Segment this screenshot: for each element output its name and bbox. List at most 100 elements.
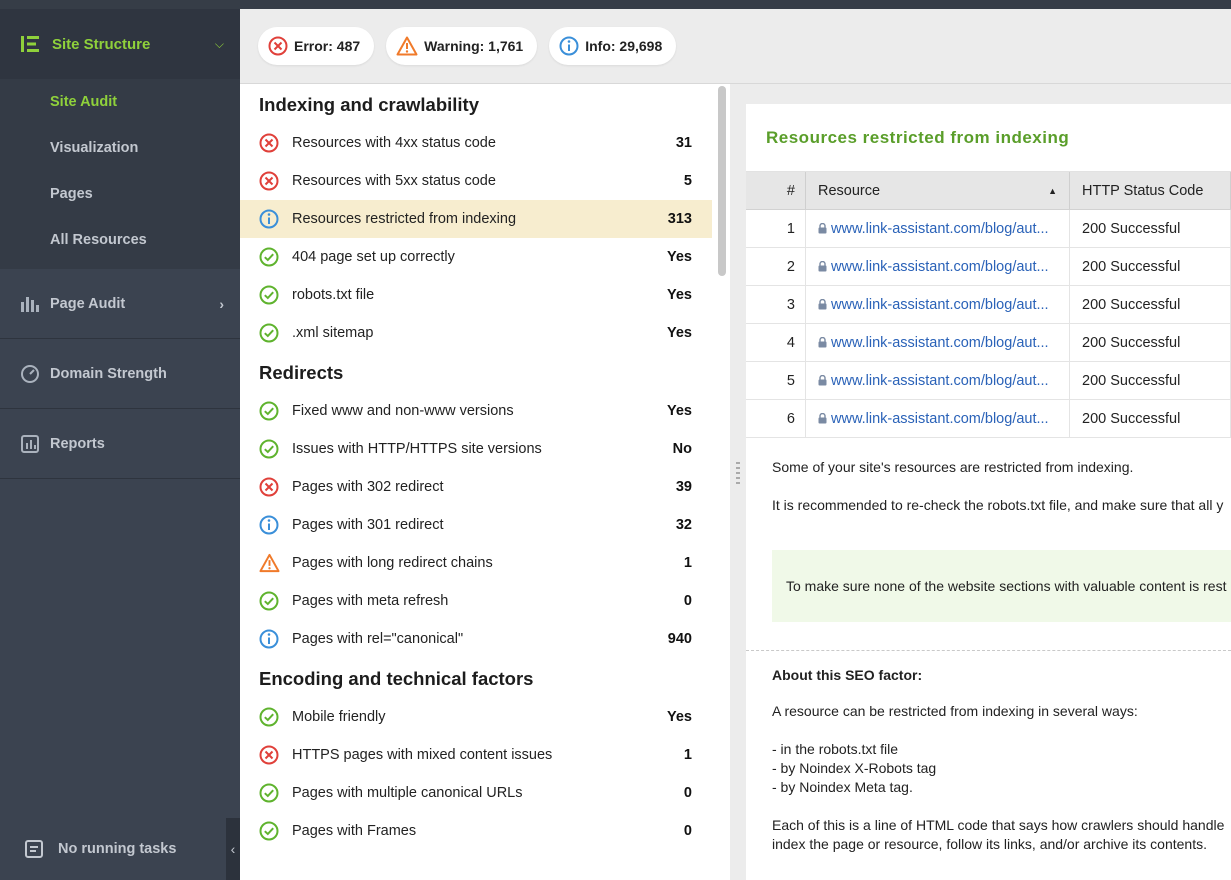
table-row[interactable]: 3 www.link-assistant.com/blog/aut... 200 S…	[746, 286, 1231, 324]
info-icon	[559, 36, 579, 56]
factor-row[interactable]: Fixed www and non-www versions Yes	[240, 392, 712, 430]
group-title: Indexing and crawlability	[259, 94, 479, 115]
factor-value: 0	[683, 823, 692, 839]
table-row[interactable]: 6 www.link-assistant.com/blog/aut... 200 S…	[746, 400, 1231, 438]
factor-value: 313	[667, 211, 692, 227]
factor-row[interactable]: Issues with HTTP/HTTPS site versions No	[240, 430, 712, 468]
resource-link-cell[interactable]: www.link-assistant.com/blog/aut...	[806, 324, 1070, 361]
sidebar-item-label: Page Audit	[50, 295, 126, 312]
resource-link[interactable]: www.link-assistant.com/blog/aut...	[831, 373, 1049, 389]
list-scrollbar[interactable]	[718, 86, 726, 276]
factor-label: Pages with meta refresh	[292, 593, 449, 609]
row-number: 6	[746, 400, 806, 437]
sidebar-item-page-audit[interactable]: Page Audit ›	[0, 269, 240, 339]
column-header-number[interactable]: #	[746, 172, 806, 209]
table-row[interactable]: 4 www.link-assistant.com/blog/aut... 200 S…	[746, 324, 1231, 362]
sidebar-item-pages[interactable]: Pages	[0, 171, 240, 217]
factor-row[interactable]: .xml sitemap Yes	[240, 314, 712, 352]
column-header-http-status[interactable]: HTTP Status Code	[1070, 172, 1231, 209]
check-icon	[259, 323, 279, 343]
group-title: Redirects	[259, 362, 344, 383]
factor-row[interactable]: Resources with 5xx status code 5	[240, 162, 712, 200]
sidebar-item-site-structure[interactable]: Site Structure ⌵	[0, 9, 240, 79]
table-header: # Resource ▲ HTTP Status Code	[746, 172, 1231, 210]
column-header-resource[interactable]: Resource ▲	[806, 172, 1070, 209]
table-row[interactable]: 1 www.link-assistant.com/blog/aut... 200 S…	[746, 210, 1231, 248]
sidebar-item-label: Site Audit	[50, 94, 118, 110]
collapse-sidebar-button[interactable]: ‹	[226, 818, 240, 880]
resource-link-cell[interactable]: www.link-assistant.com/blog/aut...	[806, 286, 1070, 323]
sidebar-item-all-resources[interactable]: All Resources	[0, 217, 240, 263]
factor-value: 5	[683, 173, 692, 189]
resource-link[interactable]: www.link-assistant.com/blog/aut...	[831, 221, 1049, 237]
factor-row[interactable]: Resources restricted from indexing 313	[240, 200, 712, 238]
resource-link[interactable]: www.link-assistant.com/blog/aut...	[831, 297, 1049, 313]
check-icon	[259, 591, 279, 611]
factor-value: Yes	[667, 287, 692, 303]
description-text: It is recommended to re-check the robots…	[772, 497, 1224, 513]
factor-row[interactable]: Pages with long redirect chains 1	[240, 544, 712, 582]
factor-row[interactable]: robots.txt file Yes	[240, 276, 712, 314]
factor-row[interactable]: Pages with 302 redirect 39	[240, 468, 712, 506]
resource-link[interactable]: www.link-assistant.com/blog/aut...	[831, 411, 1049, 427]
info-icon	[259, 515, 279, 535]
table-row[interactable]: 2 www.link-assistant.com/blog/aut... 200 S…	[746, 248, 1231, 286]
error-count: Error: 487	[294, 38, 361, 54]
factor-row[interactable]: 404 page set up correctly Yes	[240, 238, 712, 276]
factor-row[interactable]: Pages with Frames 0	[240, 812, 712, 850]
factor-label: Pages with long redirect chains	[292, 555, 493, 571]
warning-icon	[396, 36, 418, 56]
factor-label: HTTPS pages with mixed content issues	[292, 747, 553, 763]
info-count: Info: 29,698	[585, 38, 663, 54]
sidebar-submenu: Site Audit Visualization Pages All Resou…	[0, 79, 240, 269]
table-row[interactable]: 5 www.link-assistant.com/blog/aut... 200 S…	[746, 362, 1231, 400]
warning-count-pill[interactable]: Warning: 1,761	[386, 27, 538, 65]
sidebar-item-domain-strength[interactable]: Domain Strength	[0, 339, 240, 409]
resource-link[interactable]: www.link-assistant.com/blog/aut...	[831, 335, 1049, 351]
factor-label: Resources with 5xx status code	[292, 173, 496, 189]
gauge-icon	[21, 364, 39, 383]
sidebar-item-label: Site Structure	[52, 35, 151, 53]
factor-row[interactable]: Pages with multiple canonical URLs 0	[240, 774, 712, 812]
sidebar-item-reports[interactable]: Reports	[0, 409, 240, 479]
factor-label: robots.txt file	[292, 287, 375, 303]
lock-icon	[818, 337, 827, 348]
info-count-pill[interactable]: Info: 29,698	[549, 27, 677, 65]
http-status-cell: 200 Successful	[1070, 210, 1231, 247]
factor-value: Yes	[667, 709, 692, 725]
resource-link-cell[interactable]: www.link-assistant.com/blog/aut...	[806, 362, 1070, 399]
factor-value: 1	[683, 747, 692, 763]
resource-link-cell[interactable]: www.link-assistant.com/blog/aut...	[806, 248, 1070, 285]
resource-link[interactable]: www.link-assistant.com/blog/aut...	[831, 259, 1049, 275]
http-status-cell: 200 Successful	[1070, 400, 1231, 437]
lock-icon	[818, 413, 827, 424]
check-icon	[259, 247, 279, 267]
factor-label: .xml sitemap	[292, 325, 374, 341]
sidebar-item-visualization[interactable]: Visualization	[0, 125, 240, 171]
running-tasks[interactable]: No running tasks	[0, 818, 240, 880]
factor-value: 39	[675, 479, 692, 495]
sidebar: Site Structure ⌵ Site Audit Visualizatio…	[0, 9, 240, 880]
factor-row[interactable]: Pages with 301 redirect 32	[240, 506, 712, 544]
check-icon	[259, 821, 279, 841]
sidebar-item-site-audit[interactable]: Site Audit	[0, 79, 240, 125]
factor-row[interactable]: Mobile friendly Yes	[240, 698, 712, 736]
check-icon	[259, 707, 279, 727]
error-icon	[259, 133, 279, 153]
factor-row[interactable]: HTTPS pages with mixed content issues 1	[240, 736, 712, 774]
sidebar-item-label: All Resources	[50, 232, 147, 248]
divider	[746, 650, 1231, 651]
resource-link-cell[interactable]: www.link-assistant.com/blog/aut...	[806, 400, 1070, 437]
row-number: 2	[746, 248, 806, 285]
error-count-pill[interactable]: Error: 487	[258, 27, 375, 65]
splitter-grip[interactable]	[736, 462, 740, 486]
factor-row[interactable]: Pages with rel="canonical" 940	[240, 620, 712, 658]
panel-splitter[interactable]	[730, 84, 746, 880]
status-bar: Error: 487 Warning: 1,761 Info: 29,698	[240, 9, 1231, 84]
tasks-icon	[25, 840, 43, 858]
info-icon	[259, 209, 279, 229]
factor-row[interactable]: Pages with meta refresh 0	[240, 582, 712, 620]
factor-value: 0	[683, 785, 692, 801]
factor-row[interactable]: Resources with 4xx status code 31	[240, 124, 712, 162]
resource-link-cell[interactable]: www.link-assistant.com/blog/aut...	[806, 210, 1070, 247]
